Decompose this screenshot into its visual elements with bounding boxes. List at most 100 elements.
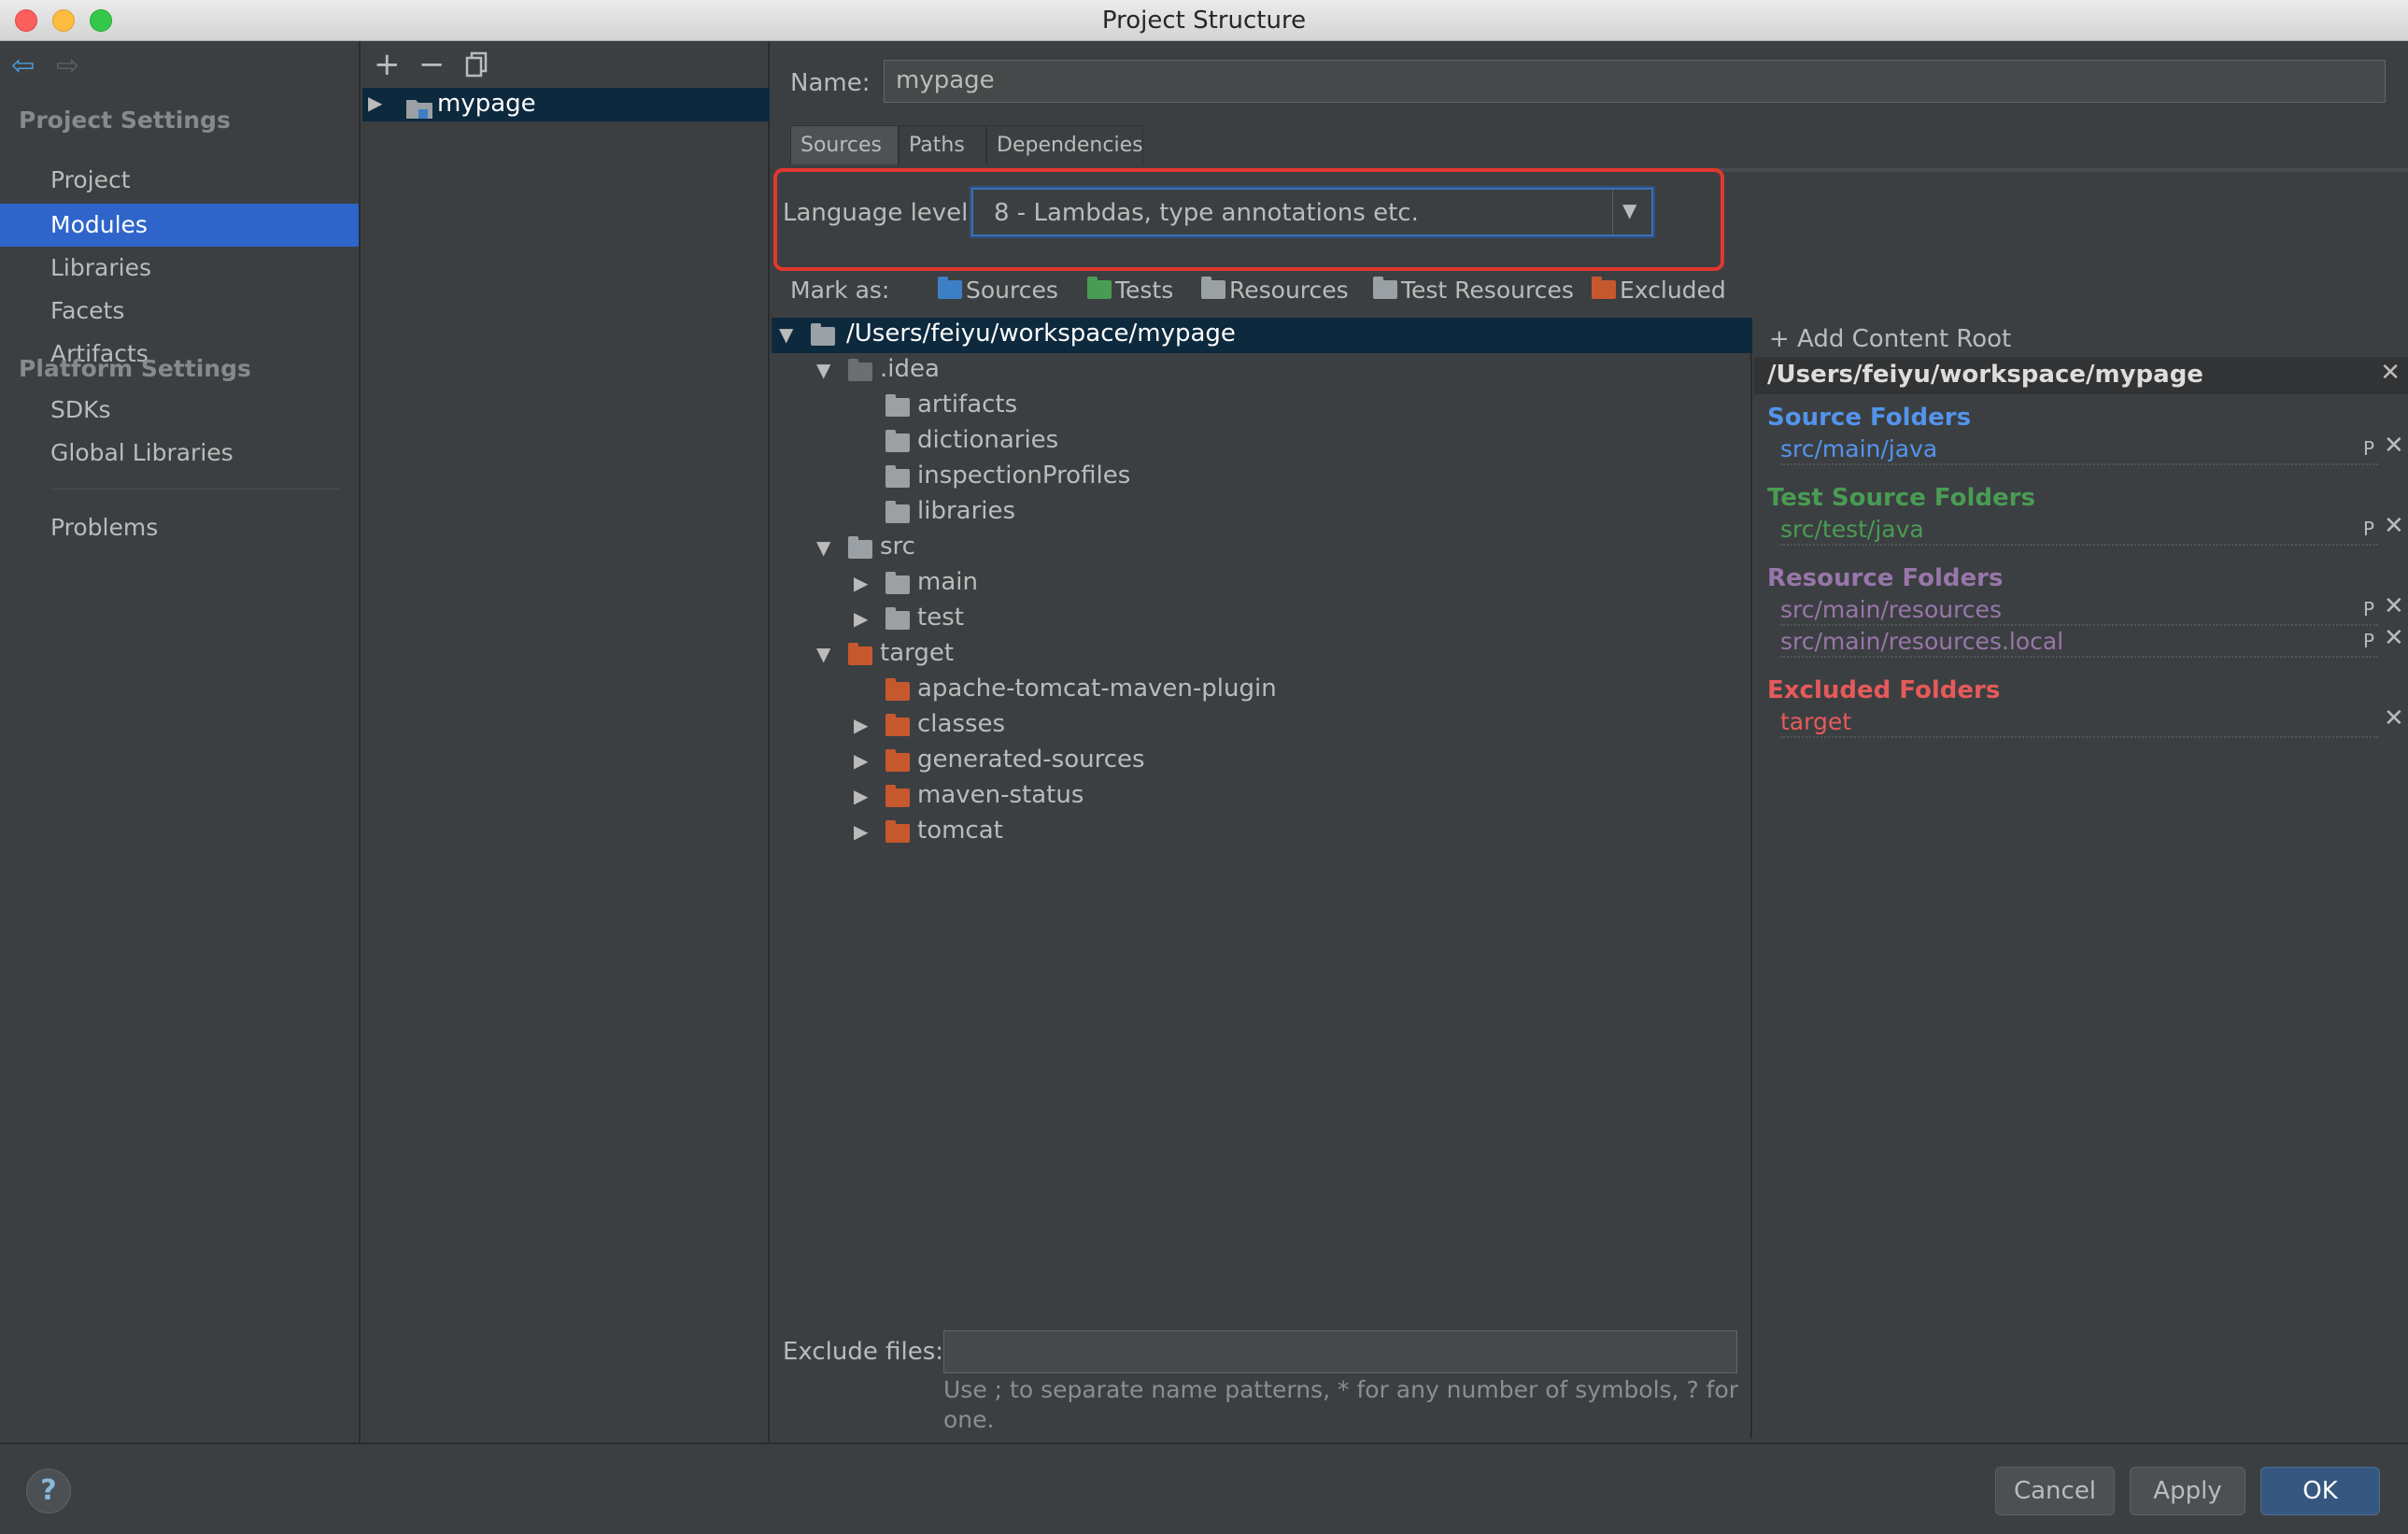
collapse-arrow-icon[interactable]: ▼	[816, 359, 830, 381]
content-root-path: /Users/feiyu/workspace/mypage	[1767, 361, 2203, 389]
collapse-arrow-icon[interactable]: ▼	[816, 536, 830, 559]
tree-row-label: libraries	[917, 497, 1016, 525]
expand-arrow-icon[interactable]: ▶	[854, 714, 868, 736]
test-resources-folder-icon	[1373, 277, 1397, 299]
exclude-files-hint: Use ; to separate name patterns, * for a…	[943, 1376, 1739, 1433]
folder-icon	[885, 749, 910, 772]
sidebar-item-libraries[interactable]: Libraries	[0, 247, 359, 290]
folder-icon	[885, 465, 910, 488]
tree-row[interactable]: ▶ main	[772, 566, 1752, 602]
exclude-files-label: Exclude files:	[783, 1338, 944, 1366]
mark-excluded-button[interactable]: Excluded	[1592, 277, 1726, 304]
tree-row[interactable]: ▶ generated-sources	[772, 744, 1752, 779]
tree-row[interactable]: inspectionProfiles	[772, 460, 1752, 495]
edit-properties-icon[interactable]: P	[2363, 437, 2374, 460]
remove-icon[interactable]: ✕	[2384, 512, 2404, 540]
tree-row[interactable]: ▼ .idea	[772, 353, 1752, 389]
expand-arrow-icon[interactable]: ▶	[368, 92, 382, 114]
content-root-tree: ▼ /Users/feiyu/workspace/mypage ▼ .idea ar…	[772, 318, 1752, 1439]
close-icon[interactable]: ✕	[2380, 359, 2401, 387]
excluded-folder-icon	[1592, 277, 1616, 299]
sidebar-item-global-libraries[interactable]: Global Libraries	[0, 432, 359, 475]
tree-row[interactable]: ▼ src	[772, 531, 1752, 566]
collapse-arrow-icon[interactable]: ▼	[779, 323, 793, 346]
tree-row-label: src	[880, 533, 915, 561]
module-name-input[interactable]: mypage	[884, 60, 2386, 103]
language-level-select[interactable]: 8 - Lambdas, type annotations etc. ▼	[971, 188, 1653, 236]
edit-properties-icon[interactable]: P	[2363, 630, 2374, 652]
tree-root-row[interactable]: ▼ /Users/feiyu/workspace/mypage	[772, 318, 1752, 353]
folder-icon	[885, 501, 910, 523]
expand-arrow-icon[interactable]: ▶	[854, 572, 868, 594]
remove-icon[interactable]: ✕	[2384, 592, 2404, 620]
mark-tests-button[interactable]: Tests	[1087, 277, 1173, 304]
expand-arrow-icon[interactable]: ▶	[854, 749, 868, 772]
copy-icon[interactable]	[463, 50, 491, 84]
collapse-arrow-icon[interactable]: ▼	[816, 643, 830, 665]
folder-icon	[885, 430, 910, 452]
tree-row-label: .idea	[880, 355, 940, 383]
sidebar-item-modules[interactable]: Modules	[0, 204, 359, 247]
add-icon[interactable]: +	[374, 49, 401, 80]
resource-folders-header: Resource Folders	[1767, 564, 2004, 592]
tree-row[interactable]: ▼ target	[772, 637, 1752, 673]
expand-arrow-icon[interactable]: ▶	[854, 820, 868, 843]
expand-arrow-icon[interactable]: ▶	[854, 785, 868, 807]
back-arrow-icon[interactable]: ⇦	[11, 52, 41, 82]
excluded-folders-header: Excluded Folders	[1767, 676, 2001, 704]
tree-row-label: apache-tomcat-maven-plugin	[917, 675, 1277, 703]
remove-icon[interactable]: ✕	[2384, 624, 2404, 652]
ok-button[interactable]: OK	[2260, 1467, 2380, 1515]
remove-icon[interactable]: ✕	[2384, 704, 2404, 732]
folder-icon	[885, 394, 910, 417]
edit-properties-icon[interactable]: P	[2363, 518, 2374, 540]
module-item-mypage[interactable]: ▶ mypage	[362, 88, 770, 121]
mark-test-resources-button[interactable]: Test Resources	[1373, 277, 1574, 304]
exclude-files-input[interactable]	[943, 1330, 1737, 1373]
mark-sources-button[interactable]: Sources	[938, 277, 1058, 304]
tree-row-label: target	[880, 639, 955, 667]
sidebar-item-sdks[interactable]: SDKs	[0, 389, 359, 432]
tab-paths[interactable]: Paths	[899, 125, 986, 164]
forward-arrow-icon[interactable]: ⇨	[56, 52, 86, 82]
sidebar-item-problems[interactable]: Problems	[0, 506, 359, 549]
tab-dependencies[interactable]: Dependencies	[986, 125, 1143, 164]
sidebar-divider	[50, 489, 340, 490]
mark-resources-button[interactable]: Resources	[1201, 277, 1349, 304]
name-label: Name:	[790, 69, 871, 97]
folder-icon	[848, 536, 872, 559]
cancel-button[interactable]: Cancel	[1995, 1467, 2115, 1515]
module-folder-icon	[405, 97, 433, 125]
tree-row[interactable]: ▶ classes	[772, 708, 1752, 744]
tab-sources[interactable]: Sources	[790, 125, 899, 164]
tree-row-label: test	[917, 604, 964, 632]
sidebar-item-project[interactable]: Project	[0, 159, 359, 202]
tree-row[interactable]: ▶ tomcat	[772, 815, 1752, 850]
tree-row[interactable]: ▶ maven-status	[772, 779, 1752, 815]
add-content-root-button[interactable]: + Add Content Root	[1769, 325, 2011, 353]
sidebar-item-facets[interactable]: Facets	[0, 290, 359, 333]
tree-row[interactable]: ▶ test	[772, 602, 1752, 637]
folder-icon	[848, 359, 872, 381]
tree-row-label: classes	[917, 710, 1006, 738]
tree-row[interactable]: apache-tomcat-maven-plugin	[772, 673, 1752, 708]
remove-icon[interactable]: ✕	[2384, 432, 2404, 460]
folder-icon	[811, 323, 835, 346]
tree-row-label: main	[917, 568, 978, 596]
source-folder-item: src/main/java	[1780, 435, 2378, 465]
apply-button[interactable]: Apply	[2130, 1467, 2245, 1515]
dropdown-button[interactable]: ▼	[1612, 190, 1651, 234]
tree-row[interactable]: dictionaries	[772, 424, 1752, 460]
folder-icon	[885, 785, 910, 807]
tree-row[interactable]: artifacts	[772, 389, 1752, 424]
tree-row-label: maven-status	[917, 781, 1084, 809]
expand-arrow-icon[interactable]: ▶	[854, 607, 868, 630]
help-button[interactable]: ?	[26, 1469, 71, 1513]
remove-icon[interactable]: −	[418, 49, 446, 80]
content-root-header: /Users/feiyu/workspace/mypage ✕	[1754, 357, 2408, 394]
source-folders-header: Source Folders	[1767, 404, 1972, 432]
tree-row[interactable]: libraries	[772, 495, 1752, 531]
tree-root-label: /Users/feiyu/workspace/mypage	[846, 320, 1236, 348]
edit-properties-icon[interactable]: P	[2363, 598, 2374, 620]
mark-as-label: Mark as:	[790, 277, 890, 304]
